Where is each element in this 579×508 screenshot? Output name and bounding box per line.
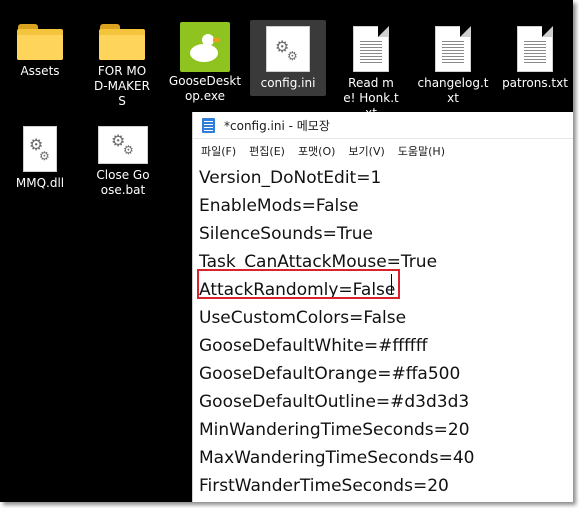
desktop-icon-label: Assets [20,64,60,78]
desktop-icon-label: FOR MOD-MAKERS [94,64,150,108]
desktop-icon-for-mod-makers[interactable]: FOR MOD-MAKERS [84,24,160,109]
desktop-icon-readme[interactable]: Read me! Honk.txt [333,26,409,121]
text-file-icon [353,26,389,72]
text-file-icon [435,26,471,72]
config-line: Version_DoNotEdit=1 [199,168,382,188]
desktop-icon-label: patrons.txt [502,76,568,90]
config-line-highlighted: SilenceSounds=True [199,224,374,244]
desktop-icon-label: MMQ.dll [15,176,65,190]
config-file-icon: ⚙ ⚙ [266,26,310,72]
desktop-icon-label: GooseDesktop.exe [168,74,242,103]
desktop-icon-changelog[interactable]: changelog.txt [415,26,491,106]
menu-file[interactable]: 파일(F) [200,141,237,161]
desktop-icon-goose-desktop[interactable]: GooseDesktop.exe [167,22,243,104]
desktop-icon-patrons[interactable]: patrons.txt [497,26,573,91]
menu-view[interactable]: 보기(V) [347,141,385,161]
desktop-icon-config-ini[interactable]: ⚙ ⚙ config.ini [250,20,326,96]
config-line: GooseDefaultOutline=#d3d3d3 [199,392,470,412]
menu-help[interactable]: 도움말(H) [397,141,446,161]
config-line: EnableMods=False [199,196,359,216]
notepad-window[interactable]: *config.ini - 메모장 파일(F) 편집(E) 포맷(O) 보기(V… [192,112,573,502]
red-highlight-box [197,269,400,299]
window-title: *config.ini - 메모장 [224,118,330,133]
config-line: GooseDefaultOrange=#ffa500 [199,364,461,384]
batch-file-icon: ⚙ ⚙ [98,126,148,164]
config-line: GooseDefaultWhite=#ffffff [199,336,428,356]
desktop-icon-mmq-dll[interactable]: ⚙ ⚙ MMQ.dll [2,126,78,191]
config-line: FirstWanderTimeSeconds=20 [199,476,449,496]
text-editor[interactable]: Version_DoNotEdit=1 EnableMods=False Sil… [197,164,573,502]
desktop-icon-label: Read me! Honk.txt [343,76,399,120]
goose-app-icon [180,22,230,72]
text-caret [391,274,392,294]
folder-icon [17,24,63,60]
desktop-icon-label: changelog.txt [417,76,489,105]
desktop-icon-label: Close Goose.bat [96,168,150,197]
config-line: MaxWanderingTimeSeconds=40 [199,448,475,468]
desktop-icon-close-goose[interactable]: ⚙ ⚙ Close Goose.bat [85,126,161,198]
config-line: UseCustomColors=False [199,308,407,328]
config-line: MinWanderingTimeSeconds=20 [199,420,470,440]
text-file-icon [517,26,553,72]
desktop-icon-label: config.ini [260,76,316,90]
screenshot-frame: Assets FOR MOD-MAKERS GooseDesktop.exe ⚙… [0,0,573,502]
menu-format[interactable]: 포맷(O) [297,141,336,161]
menu-edit[interactable]: 편집(E) [248,141,286,161]
menu-bar: 파일(F) 편집(E) 포맷(O) 보기(V) 도움말(H) [193,139,573,163]
dll-file-icon: ⚙ ⚙ [23,126,57,172]
desktop-icon-assets[interactable]: Assets [2,24,78,79]
folder-icon [99,24,145,60]
notepad-icon [202,117,215,133]
